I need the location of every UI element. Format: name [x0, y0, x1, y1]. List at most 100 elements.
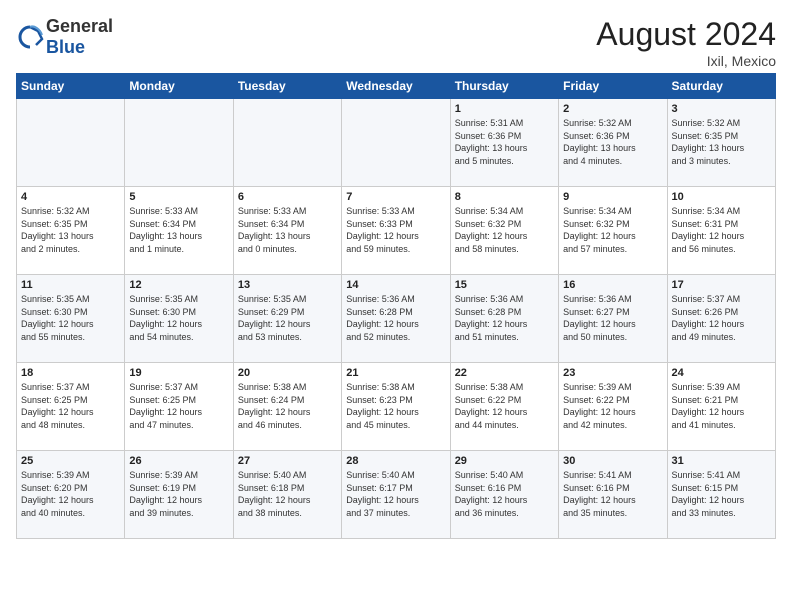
- day-info: Sunrise: 5:37 AM Sunset: 6:25 PM Dayligh…: [21, 381, 120, 431]
- day-info: Sunrise: 5:39 AM Sunset: 6:20 PM Dayligh…: [21, 469, 120, 519]
- day-info: Sunrise: 5:35 AM Sunset: 6:30 PM Dayligh…: [21, 293, 120, 343]
- day-number: 22: [455, 367, 554, 379]
- day-info: Sunrise: 5:39 AM Sunset: 6:21 PM Dayligh…: [672, 381, 771, 431]
- logo-blue-text: Blue: [46, 37, 85, 57]
- calendar-cell: 13 Sunrise: 5:35 AM Sunset: 6:29 PM Dayli…: [233, 275, 341, 363]
- day-number: 18: [21, 367, 120, 379]
- calendar-cell: 23 Sunrise: 5:39 AM Sunset: 6:22 PM Dayli…: [559, 363, 667, 451]
- day-info: Sunrise: 5:41 AM Sunset: 6:15 PM Dayligh…: [672, 469, 771, 519]
- day-number: 3: [672, 103, 771, 115]
- day-info: Sunrise: 5:37 AM Sunset: 6:25 PM Dayligh…: [129, 381, 228, 431]
- calendar-cell: 10Sunrise: 5:34 AM Sunset: 6:31 PM Dayli…: [667, 187, 775, 275]
- calendar-cell: 28Sunrise: 5:40 AM Sunset: 6:17 PM Dayli…: [342, 451, 450, 539]
- calendar-cell: 15 Sunrise: 5:36 AM Sunset: 6:28 PM Dayli…: [450, 275, 558, 363]
- calendar-header-row: SundayMondayTuesdayWednesdayThursdayFrid…: [17, 74, 776, 99]
- month-year-title: August 2024: [596, 16, 776, 53]
- day-info: Sunrise: 5:36 AM Sunset: 6:27 PM Dayligh…: [563, 293, 662, 343]
- day-info: Sunrise: 5:40 AM Sunset: 6:16 PM Dayligh…: [455, 469, 554, 519]
- calendar-cell: [233, 99, 341, 187]
- calendar-cell: [17, 99, 125, 187]
- logo: General Blue: [16, 16, 113, 58]
- calendar-cell: 1 Sunrise: 5:31 AM Sunset: 6:36 PM Daylig…: [450, 99, 558, 187]
- calendar-cell: 24 Sunrise: 5:39 AM Sunset: 6:21 PM Dayli…: [667, 363, 775, 451]
- day-number: 14: [346, 279, 445, 291]
- calendar-cell: 25 Sunrise: 5:39 AM Sunset: 6:20 PM Dayli…: [17, 451, 125, 539]
- calendar-cell: 6 Sunrise: 5:33 AM Sunset: 6:34 PM Daylig…: [233, 187, 341, 275]
- calendar-cell: 30Sunrise: 5:41 AM Sunset: 6:16 PM Dayli…: [559, 451, 667, 539]
- day-number: 2: [563, 103, 662, 115]
- day-number: 23: [563, 367, 662, 379]
- day-number: 21: [346, 367, 445, 379]
- day-number: 19: [129, 367, 228, 379]
- calendar-table: SundayMondayTuesdayWednesdayThursdayFrid…: [16, 73, 776, 539]
- day-info: Sunrise: 5:35 AM Sunset: 6:29 PM Dayligh…: [238, 293, 337, 343]
- day-number: 30: [563, 455, 662, 467]
- calendar-week-row: 11 Sunrise: 5:35 AM Sunset: 6:30 PM Dayli…: [17, 275, 776, 363]
- logo-icon: [16, 23, 44, 51]
- calendar-cell: 5Sunrise: 5:33 AM Sunset: 6:34 PM Daylig…: [125, 187, 233, 275]
- page-header: General Blue August 2024 Ixil, Mexico: [16, 16, 776, 69]
- day-info: Sunrise: 5:35 AM Sunset: 6:30 PM Dayligh…: [129, 293, 228, 343]
- calendar-week-row: 25 Sunrise: 5:39 AM Sunset: 6:20 PM Dayli…: [17, 451, 776, 539]
- day-number: 16: [563, 279, 662, 291]
- calendar-cell: 4 Sunrise: 5:32 AM Sunset: 6:35 PM Daylig…: [17, 187, 125, 275]
- day-info: Sunrise: 5:39 AM Sunset: 6:22 PM Dayligh…: [563, 381, 662, 431]
- calendar-cell: 22 Sunrise: 5:38 AM Sunset: 6:22 PM Dayli…: [450, 363, 558, 451]
- day-number: 12: [129, 279, 228, 291]
- header-wednesday: Wednesday: [342, 74, 450, 99]
- day-info: Sunrise: 5:37 AM Sunset: 6:26 PM Dayligh…: [672, 293, 771, 343]
- calendar-cell: 14 Sunrise: 5:36 AM Sunset: 6:28 PM Dayli…: [342, 275, 450, 363]
- calendar-cell: 26 Sunrise: 5:39 AM Sunset: 6:19 PM Dayli…: [125, 451, 233, 539]
- calendar-cell: 31Sunrise: 5:41 AM Sunset: 6:15 PM Dayli…: [667, 451, 775, 539]
- day-number: 13: [238, 279, 337, 291]
- calendar-cell: 8Sunrise: 5:34 AM Sunset: 6:32 PM Daylig…: [450, 187, 558, 275]
- header-friday: Friday: [559, 74, 667, 99]
- day-number: 11: [21, 279, 120, 291]
- day-number: 29: [455, 455, 554, 467]
- day-number: 4: [21, 191, 120, 203]
- day-number: 5: [129, 191, 228, 203]
- header-thursday: Thursday: [450, 74, 558, 99]
- day-info: Sunrise: 5:34 AM Sunset: 6:32 PM Dayligh…: [563, 205, 662, 255]
- calendar-cell: 27 Sunrise: 5:40 AM Sunset: 6:18 PM Dayli…: [233, 451, 341, 539]
- day-info: Sunrise: 5:32 AM Sunset: 6:35 PM Dayligh…: [672, 117, 771, 167]
- day-number: 1: [455, 103, 554, 115]
- calendar-cell: 17Sunrise: 5:37 AM Sunset: 6:26 PM Dayli…: [667, 275, 775, 363]
- day-number: 20: [238, 367, 337, 379]
- calendar-cell: 19 Sunrise: 5:37 AM Sunset: 6:25 PM Dayli…: [125, 363, 233, 451]
- day-info: Sunrise: 5:32 AM Sunset: 6:35 PM Dayligh…: [21, 205, 120, 255]
- calendar-week-row: 18 Sunrise: 5:37 AM Sunset: 6:25 PM Dayli…: [17, 363, 776, 451]
- header-saturday: Saturday: [667, 74, 775, 99]
- day-info: Sunrise: 5:34 AM Sunset: 6:32 PM Dayligh…: [455, 205, 554, 255]
- day-number: 24: [672, 367, 771, 379]
- calendar-cell: 29 Sunrise: 5:40 AM Sunset: 6:16 PM Dayli…: [450, 451, 558, 539]
- day-info: Sunrise: 5:36 AM Sunset: 6:28 PM Dayligh…: [455, 293, 554, 343]
- calendar-cell: 2 Sunrise: 5:32 AM Sunset: 6:36 PM Daylig…: [559, 99, 667, 187]
- calendar-cell: 11 Sunrise: 5:35 AM Sunset: 6:30 PM Dayli…: [17, 275, 125, 363]
- calendar-cell: [125, 99, 233, 187]
- logo-general-text: General: [46, 16, 113, 36]
- calendar-cell: 9Sunrise: 5:34 AM Sunset: 6:32 PM Daylig…: [559, 187, 667, 275]
- calendar-cell: 12 Sunrise: 5:35 AM Sunset: 6:30 PM Dayli…: [125, 275, 233, 363]
- day-info: Sunrise: 5:40 AM Sunset: 6:18 PM Dayligh…: [238, 469, 337, 519]
- day-number: 26: [129, 455, 228, 467]
- day-info: Sunrise: 5:38 AM Sunset: 6:22 PM Dayligh…: [455, 381, 554, 431]
- day-number: 25: [21, 455, 120, 467]
- day-info: Sunrise: 5:32 AM Sunset: 6:36 PM Dayligh…: [563, 117, 662, 167]
- day-number: 6: [238, 191, 337, 203]
- day-info: Sunrise: 5:38 AM Sunset: 6:23 PM Dayligh…: [346, 381, 445, 431]
- day-info: Sunrise: 5:36 AM Sunset: 6:28 PM Dayligh…: [346, 293, 445, 343]
- day-number: 15: [455, 279, 554, 291]
- day-info: Sunrise: 5:39 AM Sunset: 6:19 PM Dayligh…: [129, 469, 228, 519]
- day-info: Sunrise: 5:33 AM Sunset: 6:34 PM Dayligh…: [238, 205, 337, 255]
- day-info: Sunrise: 5:40 AM Sunset: 6:17 PM Dayligh…: [346, 469, 445, 519]
- calendar-week-row: 1 Sunrise: 5:31 AM Sunset: 6:36 PM Daylig…: [17, 99, 776, 187]
- day-info: Sunrise: 5:31 AM Sunset: 6:36 PM Dayligh…: [455, 117, 554, 167]
- day-info: Sunrise: 5:33 AM Sunset: 6:33 PM Dayligh…: [346, 205, 445, 255]
- day-info: Sunrise: 5:38 AM Sunset: 6:24 PM Dayligh…: [238, 381, 337, 431]
- calendar-cell: 16 Sunrise: 5:36 AM Sunset: 6:27 PM Dayli…: [559, 275, 667, 363]
- calendar-cell: 7Sunrise: 5:33 AM Sunset: 6:33 PM Daylig…: [342, 187, 450, 275]
- day-info: Sunrise: 5:34 AM Sunset: 6:31 PM Dayligh…: [672, 205, 771, 255]
- location-subtitle: Ixil, Mexico: [596, 53, 776, 69]
- day-number: 27: [238, 455, 337, 467]
